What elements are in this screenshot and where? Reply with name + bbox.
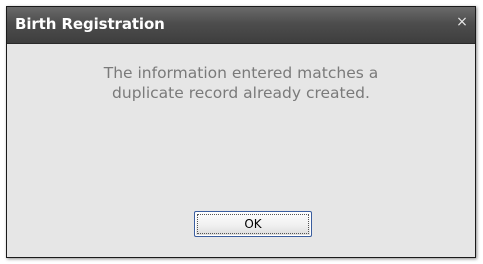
message-line-2: duplicate record already created. bbox=[112, 84, 370, 102]
close-icon[interactable]: × bbox=[453, 13, 471, 31]
dialog-titlebar[interactable]: Birth Registration × bbox=[7, 7, 475, 44]
ok-button-label: OK bbox=[197, 214, 309, 234]
dialog-message: The information entered matches a duplic… bbox=[27, 63, 455, 103]
dialog-title: Birth Registration bbox=[15, 15, 165, 33]
ok-button[interactable]: OK bbox=[194, 211, 312, 237]
birth-registration-dialog: Birth Registration × The information ent… bbox=[6, 6, 476, 258]
message-line-1: The information entered matches a bbox=[103, 64, 379, 82]
